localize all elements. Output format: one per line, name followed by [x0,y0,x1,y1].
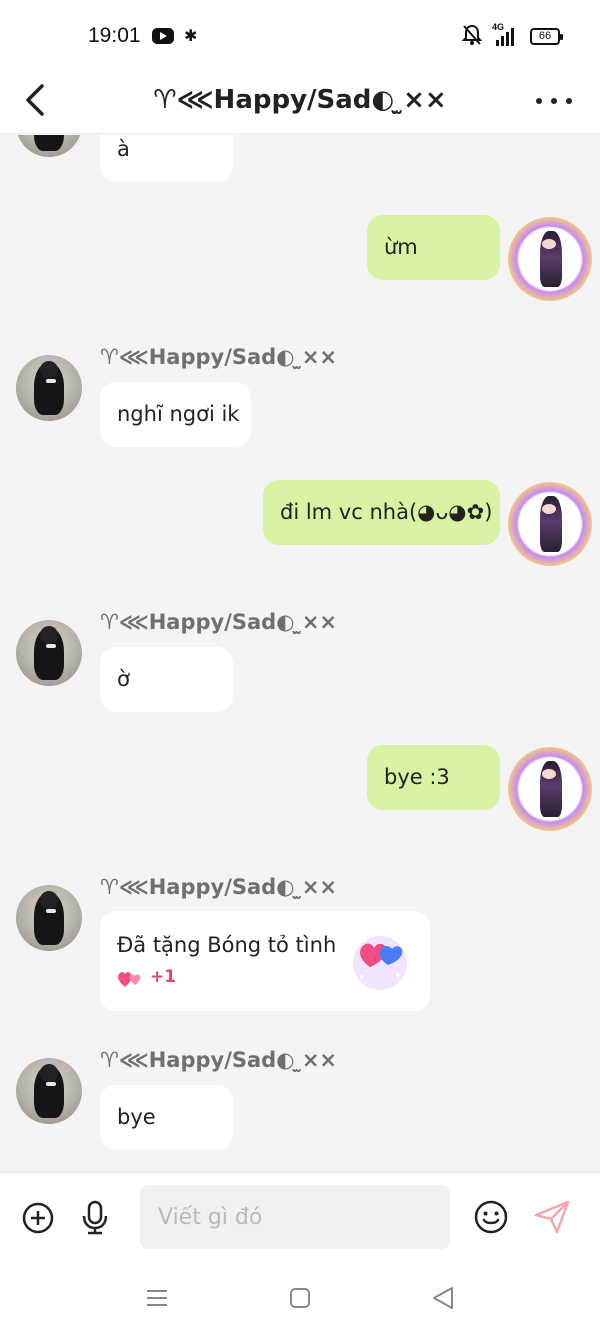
home-button[interactable] [288,1286,312,1310]
gift-message[interactable]: Đã tặng Bóng tỏ tình +1 [100,911,430,1011]
contact-avatar[interactable] [16,1058,82,1124]
my-avatar[interactable] [508,747,592,831]
chat-header: ♈︎⋘Happy/Sad◐ׅ ×̫× [0,70,600,134]
hearts-icon [116,967,144,989]
send-button[interactable] [533,1199,571,1235]
more-icon [536,98,542,104]
outgoing-message[interactable]: đi lm vc nhà(◕ᴗ◕✿) [263,480,500,545]
system-nav-bar [0,1262,600,1333]
my-avatar[interactable] [508,482,592,566]
gift-text: Đã tặng Bóng tỏ tình [117,933,337,957]
message-input-bar [0,1172,600,1262]
gift-count: +1 [150,967,177,987]
home-icon [290,1288,310,1308]
my-avatar[interactable] [508,217,592,301]
youtube-icon [152,28,174,44]
heart-balloon-icon [348,929,412,991]
outgoing-message[interactable]: bye :3 [367,745,500,810]
voice-button[interactable] [80,1200,110,1236]
back-button[interactable] [22,80,62,124]
add-icon [22,1202,54,1234]
incoming-message[interactable]: bye [100,1085,233,1150]
mic-icon [82,1200,108,1235]
send-icon [534,1200,570,1234]
contact-avatar[interactable] [16,135,82,157]
add-button[interactable] [22,1202,54,1234]
bell-muted-icon [461,24,483,51]
contact-avatar[interactable] [16,885,82,951]
contact-avatar[interactable] [16,620,82,686]
incoming-message[interactable]: nghĩ ngơi ik [100,382,251,447]
sender-name: ♈︎⋘Happy/Sad◐ׅ ×̫× [100,1048,338,1072]
notification-icon: ✱ [184,26,198,45]
menu-icon [147,1290,167,1306]
status-bar: 19:01 ✱ 4G 66 [0,0,600,70]
incoming-message[interactable]: ờ [100,647,233,712]
sender-name: ♈︎⋘Happy/Sad◐ׅ ×̫× [100,345,338,369]
sender-name: ♈︎⋘Happy/Sad◐ׅ ×̫× [100,875,338,899]
status-time: 19:01 [88,24,141,47]
chat-area[interactable]: à ừm ♈︎⋘Happy/Sad◐ׅ ×̫× nghĩ ngơi ik đi … [0,135,600,1172]
contact-avatar[interactable] [16,355,82,421]
emoji-button[interactable] [473,1199,509,1235]
sender-name: ♈︎⋘Happy/Sad◐ׅ ×̫× [100,610,338,634]
back-nav-icon [433,1287,453,1309]
signal-icon: 4G [492,22,518,46]
more-button[interactable] [534,88,574,116]
back-icon [26,84,44,116]
recent-apps-button[interactable] [145,1286,169,1310]
incoming-message[interactable]: à [100,135,233,182]
nav-back-button[interactable] [430,1285,456,1311]
chat-title: ♈︎⋘Happy/Sad◐ׅ ×̫× [153,85,447,115]
emoji-icon [474,1200,508,1234]
message-input[interactable] [140,1185,450,1249]
network-label: 4G [492,22,505,32]
battery-icon: 66 [530,28,563,45]
outgoing-message[interactable]: ừm [367,215,500,280]
